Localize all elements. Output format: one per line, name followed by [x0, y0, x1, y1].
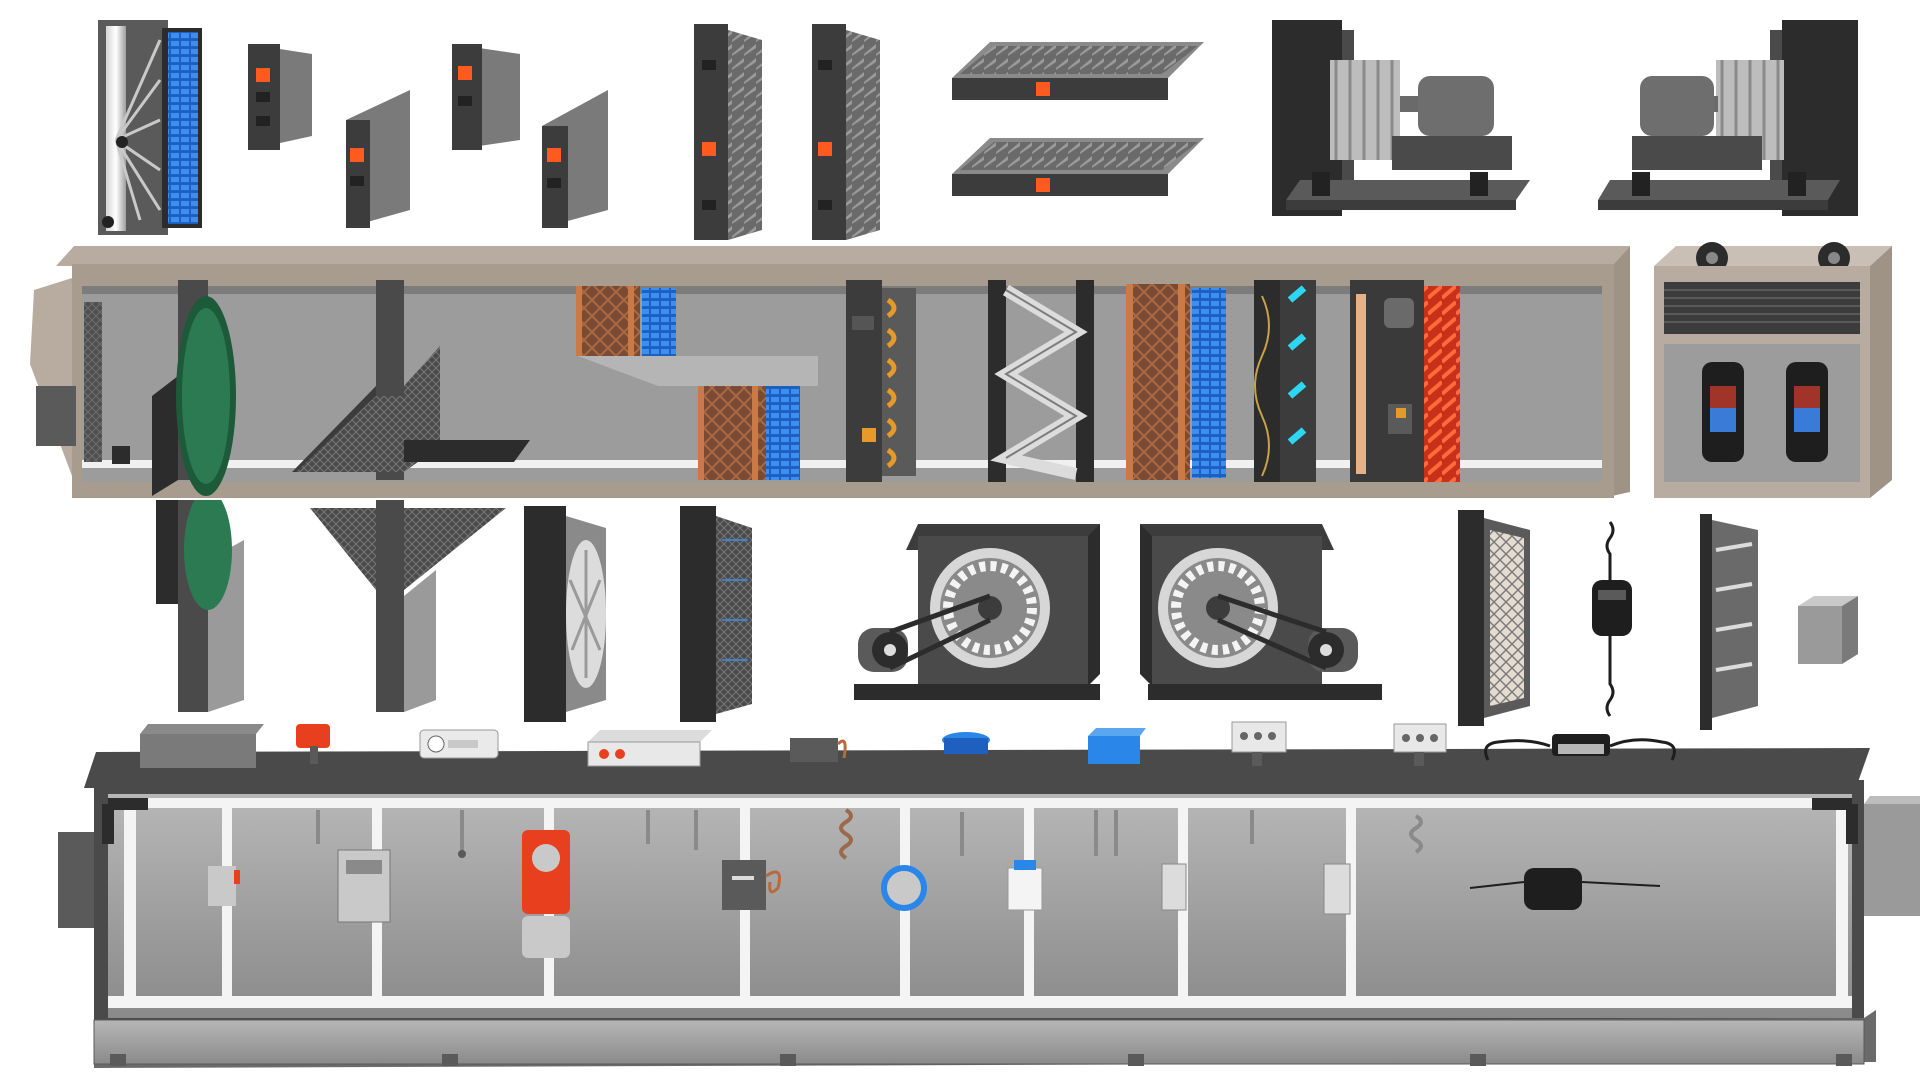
electric-heater-icon[interactable]	[1350, 280, 1460, 482]
ahu-sections-row	[0, 236, 1920, 500]
thermostat-icon[interactable]	[140, 724, 264, 768]
damper-medium-icon[interactable]	[542, 90, 608, 228]
belt-drive-fan-icon[interactable]	[854, 524, 1100, 700]
damper-small-icon[interactable]	[452, 44, 520, 150]
plenum-fan-motor-icon[interactable]	[1272, 20, 1530, 216]
horizontal-damper-icon[interactable]	[952, 42, 1204, 100]
plate-heat-exchanger-lower-icon	[310, 500, 506, 712]
frost-thermostat-icon[interactable]	[587, 730, 712, 767]
damper-tall-icon[interactable]	[812, 24, 880, 240]
flow-sensor-icon[interactable]	[1592, 521, 1632, 717]
condensing-unit-icon[interactable]	[1654, 242, 1892, 498]
horizontal-damper-icon[interactable]	[952, 138, 1204, 196]
uv-lamp-icon[interactable]	[1254, 280, 1316, 482]
heat-wheel-lower-icon	[156, 500, 244, 712]
mid-components-row	[0, 500, 1920, 736]
damper-small-icon[interactable]	[248, 44, 312, 150]
plenum-fan-motor-icon[interactable]	[1598, 20, 1858, 216]
louver-damper-icon[interactable]	[1700, 514, 1758, 730]
plug-fan-icon[interactable]	[524, 506, 606, 722]
mesh-filter-icon[interactable]	[680, 506, 752, 722]
belt-drive-fan-icon[interactable]	[1140, 524, 1382, 700]
duct-transition-icon[interactable]	[1798, 596, 1858, 664]
differential-pressure-icon[interactable]	[790, 738, 847, 762]
pressure-transmitter-icon[interactable]	[942, 732, 990, 754]
heat-pipe-coil-icon[interactable]	[98, 20, 202, 235]
bag-filter-icon[interactable]	[846, 280, 916, 482]
panel-filter-icon[interactable]	[1458, 510, 1530, 726]
damper-tall-icon[interactable]	[694, 24, 762, 240]
component-palette	[0, 0, 1920, 240]
humidity-sensor-icon[interactable]	[419, 729, 499, 759]
sensor-rail-section	[0, 720, 1920, 1080]
heating-coil-icon[interactable]	[1126, 284, 1226, 480]
junction-box-icon[interactable]	[1088, 728, 1146, 764]
damper-medium-icon[interactable]	[346, 90, 410, 228]
